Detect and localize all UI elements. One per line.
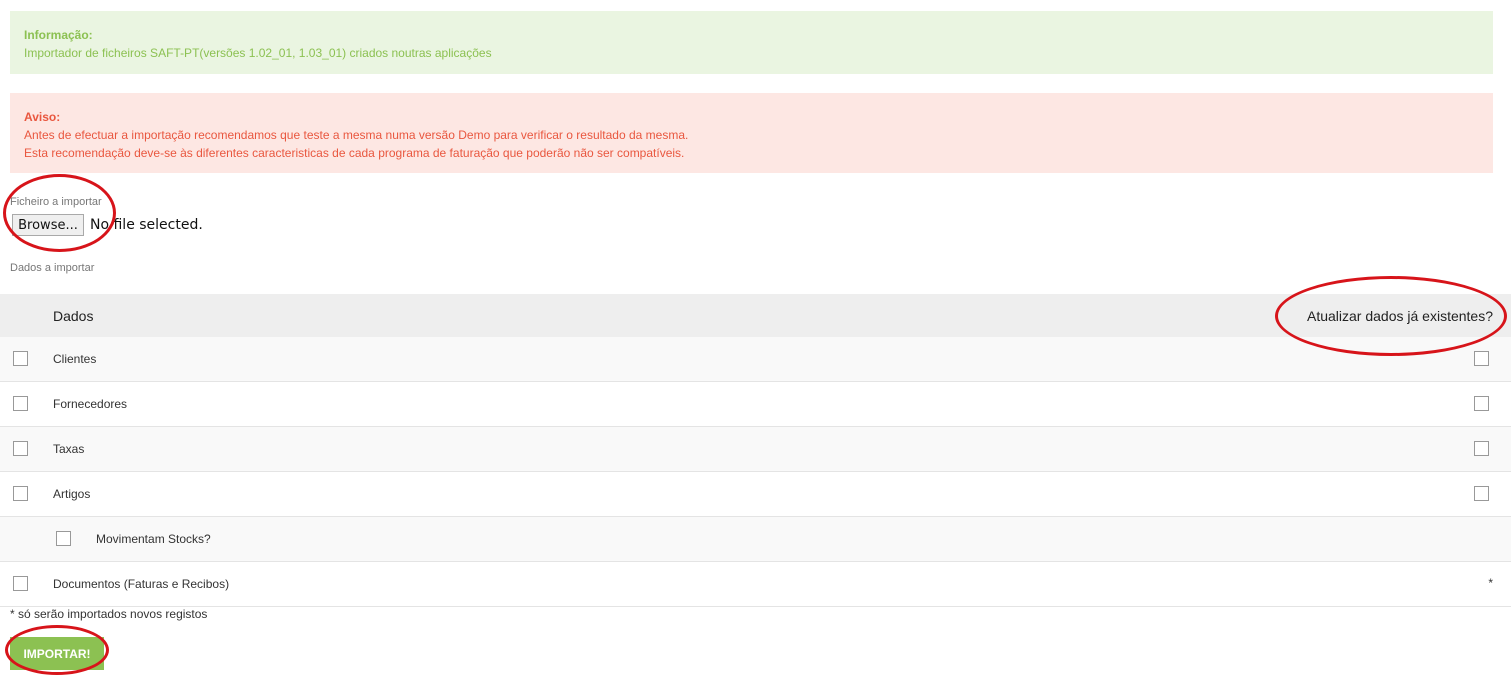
info-alert: Informação: Importador de ficheiros SAFT… [10, 11, 1493, 74]
row-label: Documentos (Faturas e Recibos) [53, 577, 230, 591]
fornecedores-checkbox[interactable] [13, 396, 28, 411]
row-label: Clientes [53, 352, 97, 366]
clientes-checkbox[interactable] [13, 351, 28, 366]
browse-button[interactable]: Browse... [12, 214, 84, 236]
warning-alert: Aviso: Antes de efectuar a importação re… [10, 93, 1493, 173]
clientes-update-checkbox[interactable] [1474, 351, 1489, 366]
table-row: Documentos (Faturas e Recibos) * [0, 562, 1511, 607]
file-input: Browse... No file selected. [12, 214, 203, 236]
info-text: Importador de ficheiros SAFT-PT(versões … [24, 46, 492, 60]
row-label: Artigos [53, 487, 91, 501]
warning-line-2: Esta recomendação deve-se às diferentes … [24, 146, 685, 160]
warning-title: Aviso: [24, 110, 61, 124]
annotation-circle-file [3, 174, 116, 252]
table-row: Clientes [0, 337, 1511, 382]
row-label: Fornecedores [53, 397, 128, 411]
header-data: Dados [53, 307, 94, 324]
table-row: Fornecedores [0, 382, 1511, 427]
file-status: No file selected. [90, 217, 203, 233]
table-row: Movimentam Stocks? [0, 517, 1511, 562]
movimentam-stocks-checkbox[interactable] [56, 531, 71, 546]
artigos-update-checkbox[interactable] [1474, 486, 1489, 501]
fornecedores-update-checkbox[interactable] [1474, 396, 1489, 411]
table-row: Taxas [0, 427, 1511, 472]
header-update-existing: Atualizar dados já existentes? [1307, 307, 1493, 324]
import-page: Informação: Importador de ficheiros SAFT… [0, 0, 1511, 677]
footnote: * só serão importados novos registos [10, 607, 208, 621]
taxas-update-checkbox[interactable] [1474, 441, 1489, 456]
file-label: Ficheiro a importar [10, 196, 102, 208]
import-table: Dados Atualizar dados já existentes? Cli… [0, 294, 1511, 607]
row-label: Taxas [53, 442, 85, 456]
import-button[interactable]: IMPORTAR! [10, 637, 104, 670]
update-note: * [1488, 576, 1493, 590]
artigos-checkbox[interactable] [13, 486, 28, 501]
data-label: Dados a importar [10, 262, 95, 274]
taxas-checkbox[interactable] [13, 441, 28, 456]
row-label: Movimentam Stocks? [96, 532, 211, 546]
info-title: Informação: [24, 28, 93, 42]
table-row: Artigos [0, 472, 1511, 517]
table-header: Dados Atualizar dados já existentes? [0, 294, 1511, 337]
documentos-checkbox[interactable] [13, 576, 28, 591]
warning-line-1: Antes de efectuar a importação recomenda… [24, 128, 689, 142]
